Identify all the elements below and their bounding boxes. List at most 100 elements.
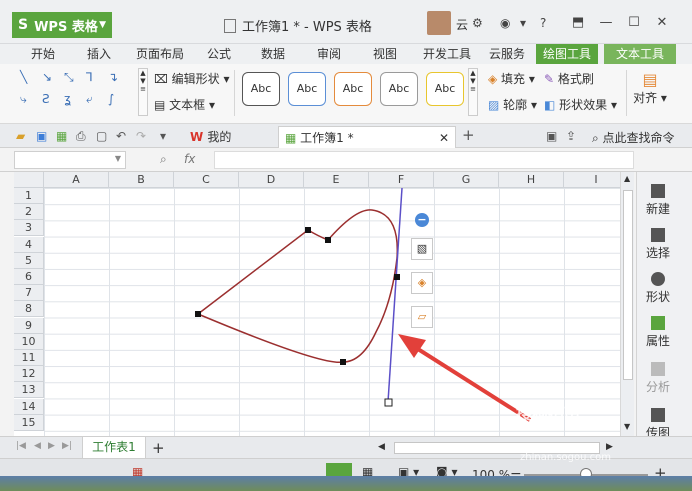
sheet-nav-prev-icon[interactable]: ◀ xyxy=(34,441,41,451)
curved-double-connector-icon[interactable]: ⤶ xyxy=(86,92,93,107)
style-sample-5[interactable]: Abc xyxy=(426,72,464,106)
zoom-search-icon[interactable]: ⌕ xyxy=(160,152,167,167)
tab-cloud[interactable]: 云服务 xyxy=(482,44,532,64)
double-arrow-shape-icon[interactable]: ⤡ xyxy=(64,70,74,85)
row-header-9[interactable]: 9 xyxy=(14,318,44,334)
share-icon[interactable]: ⇪ xyxy=(566,129,576,143)
shape-style-float-button[interactable]: ▧ xyxy=(411,238,433,260)
customize-toolbar-icon[interactable]: ▾ xyxy=(160,129,166,143)
backup-icon[interactable]: ▣ xyxy=(546,129,557,143)
open-folder-icon[interactable]: ▰ xyxy=(16,129,25,143)
row-header-13[interactable]: 13 xyxy=(14,382,44,398)
shape-gallery[interactable]: ╲ ↘ ⤡ ⅂ ↴ ⤷ Ƨ ʓ ⤶ ∫ xyxy=(18,68,136,116)
column-header-c[interactable]: C xyxy=(174,172,239,188)
undo-icon[interactable]: ↶ xyxy=(116,129,126,143)
side-shape[interactable]: 形状 xyxy=(641,272,675,305)
column-header-b[interactable]: B xyxy=(109,172,174,188)
redo-icon[interactable]: ↷ xyxy=(136,129,146,143)
select-all-corner[interactable] xyxy=(14,172,44,188)
side-select[interactable]: 选择 xyxy=(641,228,675,261)
arrow-line-shape-icon[interactable]: ↘ xyxy=(42,70,52,84)
scroll-up-icon[interactable]: ▲ xyxy=(624,174,630,183)
elbow-double-connector-icon[interactable]: ⤷ xyxy=(20,92,27,107)
row-header-14[interactable]: 14 xyxy=(14,399,44,415)
row-header-12[interactable]: 12 xyxy=(14,366,44,382)
row-header-5[interactable]: 5 xyxy=(14,253,44,269)
help-icon[interactable]: ? xyxy=(540,16,546,30)
tab-page-layout[interactable]: 页面布局 xyxy=(130,44,190,64)
outline-float-button[interactable]: ▱ xyxy=(411,306,433,328)
fill-float-button[interactable]: ◈ xyxy=(411,272,433,294)
export-pdf-icon[interactable]: ▦ xyxy=(56,129,67,143)
format-painter-button[interactable]: ✎ 格式刷 xyxy=(544,70,594,87)
align-button[interactable]: ▤ 对齐 ▾ xyxy=(630,70,670,106)
vertical-scrollbar[interactable]: ▲ ▼ xyxy=(620,172,634,436)
column-header-h[interactable]: H xyxy=(499,172,564,188)
row-header-4[interactable]: 4 xyxy=(14,237,44,253)
style-sample-4[interactable]: Abc xyxy=(380,72,418,106)
tab-my-wps[interactable]: W 我的WPS✕ xyxy=(184,126,276,166)
scroll-thumb[interactable] xyxy=(623,190,633,380)
row-header-2[interactable]: 2 xyxy=(14,204,44,220)
row-header-15[interactable]: 15 xyxy=(14,415,44,431)
formula-input[interactable] xyxy=(214,151,634,169)
print-preview-icon[interactable]: ▢ xyxy=(96,129,107,143)
curved-connector-icon[interactable]: Ƨ xyxy=(42,92,50,106)
avatar[interactable] xyxy=(427,11,451,35)
fx-icon[interactable]: fx xyxy=(184,152,195,166)
fill-button[interactable]: ◈ 填充 ▾ xyxy=(488,70,535,87)
app-menu-button[interactable]: S WPS 表格 ▼ xyxy=(12,12,112,38)
column-header-f[interactable]: F xyxy=(369,172,434,188)
settings-icon[interactable]: ⚙ xyxy=(472,16,483,30)
tab-insert[interactable]: 插入 xyxy=(76,44,122,64)
sheet-nav-first-icon[interactable]: |◀ xyxy=(16,441,26,451)
elbow-arrow-connector-icon[interactable]: ↴ xyxy=(108,70,118,84)
sheet-tab-1[interactable]: 工作表1 xyxy=(82,437,146,459)
skin-icon[interactable]: ◉ xyxy=(500,16,510,30)
row-header-10[interactable]: 10 xyxy=(14,334,44,350)
row-header-7[interactable]: 7 xyxy=(14,285,44,301)
tab-workbook[interactable]: ▦ 工作簿1 * ✕ xyxy=(278,126,456,148)
tab-drawing-tools[interactable]: 绘图工具 xyxy=(536,44,598,64)
style-gallery-scroll[interactable]: ▲ ▼ ≡ xyxy=(468,68,478,116)
hscroll-right-icon[interactable]: ▶ xyxy=(606,442,613,452)
row-header-6[interactable]: 6 xyxy=(14,269,44,285)
user-name[interactable]: 云 xyxy=(456,16,468,33)
style-sample-1[interactable]: Abc xyxy=(242,72,280,106)
outline-button[interactable]: ▨ 轮廓 ▾ xyxy=(488,96,537,113)
maximize-button[interactable]: ☐ xyxy=(622,12,646,34)
tab-view[interactable]: 视图 xyxy=(362,44,408,64)
style-sample-3[interactable]: Abc xyxy=(334,72,372,106)
textbox-button[interactable]: ▤ 文本框 ▾ xyxy=(154,96,215,113)
print-icon[interactable]: ⎙ xyxy=(76,129,86,144)
name-box[interactable]: ▼ xyxy=(14,151,126,169)
column-header-a[interactable]: A xyxy=(44,172,109,188)
side-new[interactable]: 新建 xyxy=(641,184,675,217)
cell-area[interactable] xyxy=(44,188,634,436)
hscroll-left-icon[interactable]: ◀ xyxy=(378,442,385,452)
row-header-1[interactable]: 1 xyxy=(14,188,44,204)
new-tab-icon[interactable]: + xyxy=(462,126,475,144)
collapse-float-toolbar-icon[interactable]: − xyxy=(415,213,429,227)
shirt-icon[interactable]: ▾ xyxy=(520,16,526,30)
add-sheet-icon[interactable]: + xyxy=(152,439,165,457)
shape-effects-button[interactable]: ◧ 形状效果 ▾ xyxy=(544,96,617,113)
tab-developer[interactable]: 开发工具 xyxy=(416,44,478,64)
gallery-scroll[interactable]: ▲ ▼ ≡ xyxy=(138,68,148,116)
curved-arrow-connector-icon[interactable]: ʓ xyxy=(64,92,71,106)
tab-formula[interactable]: 公式 xyxy=(196,44,242,64)
row-header-3[interactable]: 3 xyxy=(14,220,44,236)
command-search[interactable]: ⌕ 点此查找命令 xyxy=(592,129,675,146)
line-shape-icon[interactable]: ╲ xyxy=(20,70,27,84)
row-header-11[interactable]: 11 xyxy=(14,350,44,366)
column-header-g[interactable]: G xyxy=(434,172,499,188)
side-properties[interactable]: 属性 xyxy=(641,316,675,349)
side-analysis[interactable]: 分析 xyxy=(641,362,675,395)
elbow-connector-icon[interactable]: ⅂ xyxy=(86,70,93,84)
scroll-down-icon[interactable]: ▼ xyxy=(624,422,630,431)
sheet-nav-last-icon[interactable]: ▶| xyxy=(62,441,72,451)
spreadsheet-grid[interactable]: A B C D E F G H I 1 2 3 4 5 6 7 8 9 10 1… xyxy=(14,172,634,436)
save-icon[interactable]: ▣ xyxy=(36,129,47,143)
edit-shape-button[interactable]: ⌧ 编辑形状 ▾ xyxy=(154,70,230,87)
tab-review[interactable]: 审阅 xyxy=(306,44,352,64)
